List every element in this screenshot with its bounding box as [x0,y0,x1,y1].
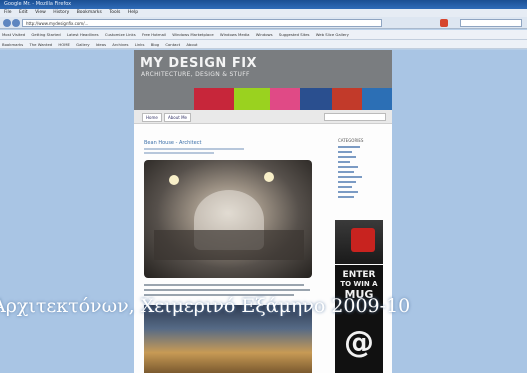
post-meta [144,152,214,154]
bookmark-item[interactable]: Archives [112,42,128,47]
sidebar-link[interactable] [338,196,354,198]
site-nav: Home About Me [134,110,392,124]
sidebar-link[interactable] [338,166,358,168]
header-decoration [300,88,332,110]
bookmark-item[interactable]: Suggested Sites [279,32,310,37]
forward-icon[interactable] [12,19,20,27]
address-bar[interactable]: http://www.mydesignfix.com/... [22,19,382,27]
sidebar-title: CATEGORIES [338,138,364,143]
sidebar-link[interactable] [338,161,350,163]
header-decoration [194,88,234,110]
bookmarks-toolbar-secondary: Bookmarks The Wanted HOME Gallery Ideas … [0,40,527,49]
at-symbol-icon: @ [344,325,374,360]
tab-about[interactable]: About Me [164,113,192,122]
web-page: MY DESIGN FIX ARCHITECTURE, DESIGN & STU… [134,50,392,373]
sidebar-link[interactable] [338,191,358,193]
back-icon[interactable] [3,19,11,27]
title-bar: Google Mr. - Mozilla Firefox [0,0,527,9]
bookmark-item[interactable]: HOME [58,42,70,47]
bookmark-item[interactable]: Web Slice Gallery [316,32,349,37]
bookmark-item[interactable]: Gallery [76,42,90,47]
site-search-input[interactable] [324,113,386,121]
bookmark-item[interactable]: Most Visited [2,32,25,37]
sidebar-link[interactable] [338,186,352,188]
menu-history[interactable]: History [53,10,69,15]
bookmark-item[interactable]: Customize Links [105,32,136,37]
header-decoration [362,88,392,110]
sidebar-link[interactable] [338,176,362,178]
bookmarks-toolbar: Most Visited Getting Started Latest Head… [0,30,527,40]
sidebar-link[interactable] [338,171,354,173]
navigation-toolbar: http://www.mydesignfix.com/... [0,17,527,29]
menu-bookmarks[interactable]: Bookmarks [77,10,102,15]
post-title[interactable]: Bean House - Architect [144,140,201,146]
site-header: MY DESIGN FIX ARCHITECTURE, DESIGN & STU… [134,50,392,110]
post-image[interactable] [144,160,312,278]
header-decoration [332,88,362,110]
menu-view[interactable]: View [35,10,46,15]
page-viewport: MY DESIGN FIX ARCHITECTURE, DESIGN & STU… [0,50,527,373]
bookmark-item[interactable]: Free Hotmail [142,32,166,37]
bookmark-item[interactable]: Contact [165,42,180,47]
bookmark-item[interactable]: Ideas [96,42,106,47]
bookmark-item[interactable]: About [186,42,197,47]
sidebar-ad-image[interactable] [335,220,383,264]
sidebar-link[interactable] [338,181,356,183]
menu-tools[interactable]: Tools [109,10,120,15]
search-input[interactable] [460,19,522,27]
sidebar-link[interactable] [338,146,360,148]
bookmark-item[interactable]: Blog [151,42,159,47]
overlay-caption: Αρχιτεκτόνων, Χειμερινό Εξάμηνο 2009-10 [0,295,411,317]
sidebar-link[interactable] [338,156,356,158]
bookmark-item[interactable]: Windows Marketplace [172,32,213,37]
bookmark-item[interactable]: Windows Media [220,32,250,37]
post-text [144,284,304,286]
menu-bar: File Edit View History Bookmarks Tools H… [0,9,527,17]
site-logo[interactable]: MY DESIGN FIX [140,56,257,71]
bookmark-item[interactable]: Windows [256,32,273,37]
bookmark-item[interactable]: Latest Headlines [67,32,99,37]
menu-file[interactable]: File [4,10,12,15]
tab-home[interactable]: Home [142,113,162,122]
site-tagline: ARCHITECTURE, DESIGN & STUFF [141,71,250,78]
menu-help[interactable]: Help [128,10,138,15]
bookmark-item[interactable]: Links [135,42,145,47]
bookmark-item[interactable]: The Wanted [29,42,52,47]
header-decoration [270,88,300,110]
menu-edit[interactable]: Edit [19,10,28,15]
sidebar-link[interactable] [338,151,352,153]
mug-icon [351,228,375,252]
browser-window: Google Mr. - Mozilla Firefox File Edit V… [0,0,527,373]
bookmark-item[interactable]: Getting Started [31,32,60,37]
post-meta [144,148,244,150]
header-decoration [234,88,270,110]
stop-icon[interactable] [440,19,448,27]
bookmark-item[interactable]: Bookmarks [2,42,23,47]
